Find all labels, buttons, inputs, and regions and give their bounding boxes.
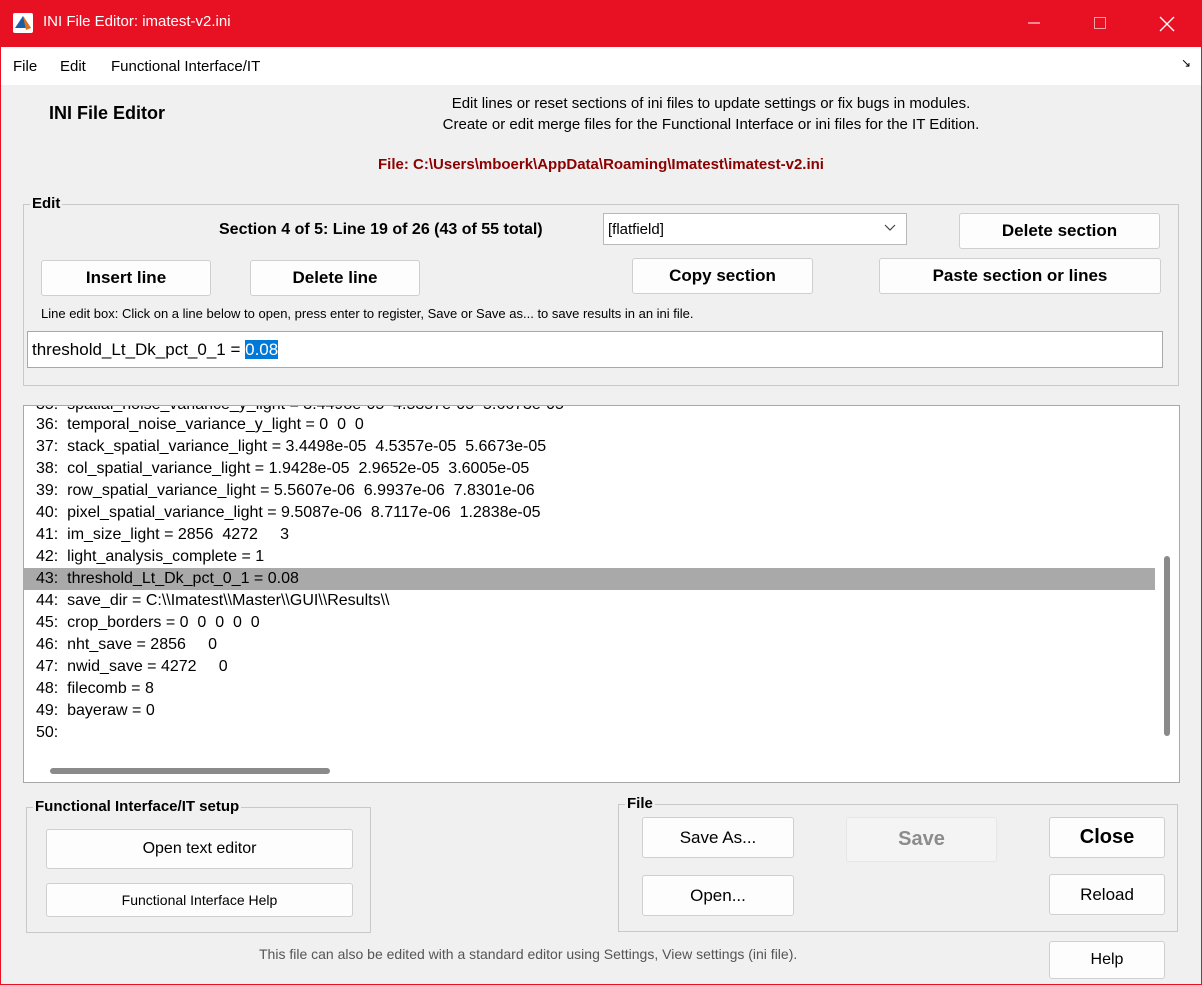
section-dropdown[interactable]: [flatfield] (603, 213, 907, 245)
functional-interface-help-button[interactable]: Functional Interface Help (46, 883, 353, 917)
matlab-app-icon (13, 13, 33, 33)
insert-line-button[interactable]: Insert line (41, 260, 211, 296)
list-item[interactable]: 48: filecomb = 8 (24, 678, 1155, 700)
close-button[interactable]: Close (1049, 817, 1165, 858)
section-dropdown-value: [flatfield] (608, 221, 664, 238)
maximize-icon (1094, 17, 1106, 29)
delete-section-button[interactable]: Delete section (959, 213, 1160, 249)
line-edit-key: threshold_Lt_Dk_pct_0_1 = (32, 340, 246, 359)
close-window-button[interactable] (1143, 0, 1189, 47)
toolbar-toggle-icon[interactable]: ↘ (1181, 56, 1191, 70)
open-button[interactable]: Open... (642, 875, 794, 916)
line-edit-selected-value: 0.08 (245, 340, 279, 359)
horizontal-scrollbar[interactable] (50, 768, 330, 774)
list-item[interactable]: 46: nht_save = 2856 0 (24, 634, 1155, 656)
fi-setup-group-title: Functional Interface/IT setup (33, 798, 242, 815)
title-bar: INI File Editor: imatest-v2.ini (1, 0, 1202, 47)
help-button[interactable]: Help (1049, 941, 1165, 979)
close-icon (1159, 16, 1175, 32)
section-status: Section 4 of 5: Line 19 of 26 (43 of 55 … (219, 221, 543, 238)
menu-bar: File Edit Functional Interface/IT ↘ (1, 47, 1201, 85)
minimize-button[interactable] (1011, 0, 1057, 47)
list-item[interactable]: 49: bayeraw = 0 (24, 700, 1155, 722)
edit-group-title: Edit (30, 195, 63, 212)
menu-edit[interactable]: Edit (60, 58, 86, 75)
footer-note: This file can also be edited with a stan… (259, 946, 798, 962)
list-item[interactable]: 39: row_spatial_variance_light = 5.5607e… (24, 480, 1155, 502)
list-item[interactable]: 41: im_size_light = 2856 4272 3 (24, 524, 1155, 546)
description-line-1: Edit lines or reset sections of ini file… (451, 95, 971, 112)
app-heading: INI File Editor (49, 103, 166, 123)
save-as-button[interactable]: Save As... (642, 817, 794, 858)
copy-section-button[interactable]: Copy section (632, 258, 813, 294)
list-item[interactable]: 47: nwid_save = 4272 0 (24, 656, 1155, 678)
menu-functional-interface[interactable]: Functional Interface/IT (111, 58, 260, 75)
ini-editor-window: INI File Editor: imatest-v2.ini File Edi… (0, 0, 1202, 985)
description-line-2: Create or edit merge files for the Funct… (442, 116, 980, 133)
menu-file[interactable]: File (13, 58, 37, 75)
list-item[interactable]: 36: temporal_noise_variance_y_light = 0 … (24, 414, 1155, 436)
list-item[interactable]: 44: save_dir = C:\\Imatest\\Master\\GUI\… (24, 590, 1155, 612)
vertical-scrollbar[interactable] (1164, 556, 1170, 736)
minimize-icon (1028, 22, 1040, 24)
save-button[interactable]: Save (846, 817, 997, 862)
list-item[interactable]: 38: col_spatial_variance_light = 1.9428e… (24, 458, 1155, 480)
reload-button[interactable]: Reload (1049, 874, 1165, 915)
list-item-selected[interactable]: 43: threshold_Lt_Dk_pct_0_1 = 0.08 (24, 568, 1155, 590)
file-group-title: File (625, 795, 655, 812)
window-title: INI File Editor: imatest-v2.ini (43, 13, 231, 30)
paste-section-button[interactable]: Paste section or lines (879, 258, 1161, 294)
maximize-button[interactable] (1077, 0, 1123, 47)
file-path: File: C:\Users\mboerk\AppData\Roaming\Im… (378, 156, 824, 173)
chevron-down-icon (884, 224, 896, 231)
line-edit-hint: Line edit box: Click on a line below to … (41, 306, 694, 321)
list-item[interactable]: 42: light_analysis_complete = 1 (24, 546, 1155, 568)
list-item[interactable]: 40: pixel_spatial_variance_light = 9.508… (24, 502, 1155, 524)
ini-lines-listbox[interactable]: 35: spatial_noise_variance_y_light = 3.4… (23, 405, 1180, 783)
open-text-editor-button[interactable]: Open text editor (46, 829, 353, 869)
line-edit-input[interactable]: threshold_Lt_Dk_pct_0_1 = 0.08 (27, 331, 1163, 368)
delete-line-button[interactable]: Delete line (250, 260, 420, 296)
list-item[interactable]: 45: crop_borders = 0 0 0 0 0 (24, 612, 1155, 634)
list-item[interactable]: 50: (24, 722, 1155, 744)
list-item[interactable]: 37: stack_spatial_variance_light = 3.449… (24, 436, 1155, 458)
